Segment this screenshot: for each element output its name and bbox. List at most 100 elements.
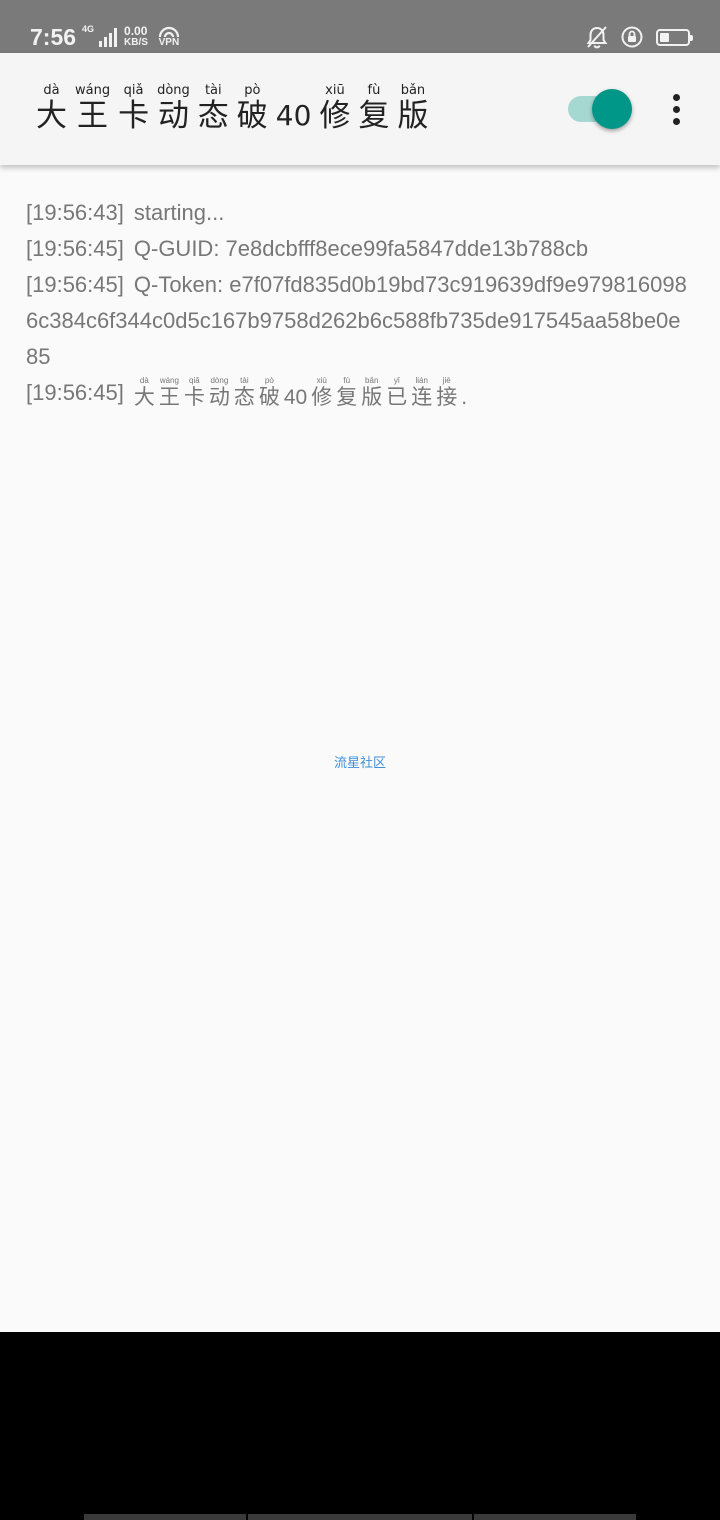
log-timestamp: [19:56:45] — [26, 272, 124, 297]
toggle-thumb — [592, 89, 632, 129]
more-vert-icon[interactable] — [662, 89, 690, 129]
pinyin: qiǎ — [189, 376, 200, 385]
hanzi: 版 — [361, 386, 383, 409]
ruby-char: dòng 动 — [157, 83, 190, 134]
hanzi: 版 — [397, 98, 429, 134]
hanzi: 复 — [358, 98, 390, 134]
log-line: [19:56:45] dà 大 wáng 王 qiǎ 卡 dòng 动 tài 态 pò 破 40 xiū 修… — [26, 375, 690, 411]
ruby-char: jiē 接 — [436, 376, 457, 411]
hanzi: 破 — [236, 98, 268, 134]
hanzi: 动 — [208, 386, 230, 409]
pinyin: tài — [240, 376, 249, 385]
log-text: Q-Token: e7f07fd835d0b19bd73c919639df9e9… — [26, 272, 687, 369]
hanzi: 修 — [319, 98, 351, 134]
bell-off-icon — [586, 26, 608, 49]
ruby-char: xiū 修 — [311, 376, 332, 411]
rotation-lock-icon — [621, 26, 643, 48]
network-status: 4G 0.00 KB/S VPN — [82, 24, 181, 50]
battery-level-fill — [660, 32, 670, 42]
log-timestamp: [19:56:45] — [26, 236, 124, 261]
pinyin: dòng — [210, 376, 229, 385]
pinyin: wáng — [159, 376, 179, 385]
ruby-char: pò 破 — [259, 376, 280, 411]
ruby-char: dà 大 — [134, 376, 155, 411]
ruby-char: fù 复 — [336, 376, 357, 411]
nav-bar-segment[interactable] — [474, 1514, 636, 1520]
title-number: 40 — [275, 99, 312, 132]
pinyin: lián — [415, 376, 428, 385]
pinyin: wáng — [75, 83, 111, 98]
ruby-char: bǎn 版 — [361, 376, 382, 411]
status-time: 7:56 — [30, 24, 77, 50]
status-bar: 7:56 4G 0.00 KB/S VPN — [0, 0, 720, 53]
net-speed-value: 0.00 — [124, 24, 148, 38]
log-line: [19:56:45] Q-GUID: 7e8dcbfff8ece99fa5847d… — [26, 231, 690, 267]
net-speed-unit: KB/S — [124, 37, 148, 48]
ruby-char: dòng 动 — [209, 376, 230, 411]
hanzi: 修 — [311, 386, 333, 409]
network-type: 4G — [82, 24, 95, 34]
net-speed: 0.00 KB/S — [124, 24, 148, 48]
hanzi: 复 — [336, 386, 358, 409]
pinyin: dà — [139, 376, 149, 385]
hanzi: 破 — [258, 386, 280, 409]
pinyin: bǎn — [400, 83, 426, 98]
ruby-char: tài 态 — [198, 83, 229, 134]
log-end: . — [461, 386, 468, 409]
hanzi: 王 — [158, 386, 180, 409]
ruby-char: lián 连 — [411, 376, 432, 411]
pinyin: xiū — [316, 376, 327, 385]
hanzi: 大 — [133, 386, 155, 409]
hanzi: 卡 — [118, 98, 150, 134]
log-text: Q-GUID: 7e8dcbfff8ece99fa5847dde13b788cb — [133, 236, 589, 261]
ruby-char: dà 大 — [36, 83, 67, 134]
ruby-char: yǐ 已 — [386, 376, 407, 411]
ruby-char: fù 复 — [358, 83, 389, 134]
pinyin: jiē — [442, 376, 451, 385]
ruby-char: qiǎ 卡 — [118, 83, 149, 134]
ruby-char: wáng 王 — [75, 83, 110, 134]
ruby-char: xiū 修 — [319, 83, 350, 134]
pinyin: bǎn — [365, 376, 379, 385]
bottom-black-area — [0, 1332, 720, 1520]
pinyin: pò — [244, 83, 261, 98]
app-title: dà 大 wáng 王 qiǎ 卡 dòng 动 tài 态 pò 破 40 xiū 修 fù 复 bǎn 版 — [36, 83, 436, 134]
hanzi: 接 — [436, 386, 458, 409]
app-bar: dà 大 wáng 王 qiǎ 卡 dòng 动 tài 态 pò 破 40 xiū 修 fù 复 bǎn 版 — [0, 53, 720, 165]
log-line: [19:56:43] starting... — [26, 195, 690, 231]
log-timestamp: [19:56:43] — [26, 200, 124, 225]
pinyin: tài — [204, 83, 222, 98]
ruby-char: qiǎ 卡 — [184, 376, 205, 411]
signal-icon — [99, 27, 118, 47]
pinyin: xiū — [325, 83, 345, 98]
hanzi: 王 — [77, 98, 109, 134]
hanzi: 连 — [411, 386, 433, 409]
ruby-char: pò 破 — [237, 83, 268, 134]
status-right-icons — [586, 24, 693, 50]
screen: 7:56 4G 0.00 KB/S VPN dà 大 wáng 王 qiǎ 卡 … — [0, 0, 720, 1520]
vpn-indicator: VPN — [157, 26, 181, 48]
pinyin: dòng — [157, 83, 190, 98]
hanzi: 卡 — [183, 386, 205, 409]
hanzi: 动 — [157, 98, 189, 134]
hanzi: 已 — [386, 386, 408, 409]
ruby-char: bǎn 版 — [397, 83, 428, 134]
pinyin: yǐ — [393, 376, 400, 385]
vpn-label: VPN — [158, 37, 180, 48]
service-toggle[interactable] — [568, 89, 634, 129]
ruby-char: wáng 王 — [159, 376, 180, 411]
pinyin: fù — [343, 376, 351, 385]
pinyin: fù — [367, 83, 381, 98]
ruby-char: tài 态 — [234, 376, 255, 411]
pinyin: qiǎ — [123, 83, 144, 98]
log-timestamp: [19:56:45] — [26, 380, 124, 405]
nav-bar-segment[interactable] — [248, 1514, 472, 1520]
pinyin: pò — [264, 376, 274, 385]
log-number: 40 — [283, 386, 308, 409]
nav-bar-segment[interactable] — [84, 1514, 246, 1520]
log-output: [19:56:43] starting... [19:56:45] Q-GUID: 7… — [26, 195, 690, 411]
hanzi: 态 — [197, 98, 229, 134]
watermark: 流星社区 — [333, 756, 386, 771]
battery-icon — [656, 28, 693, 46]
log-text: starting... — [133, 200, 225, 225]
